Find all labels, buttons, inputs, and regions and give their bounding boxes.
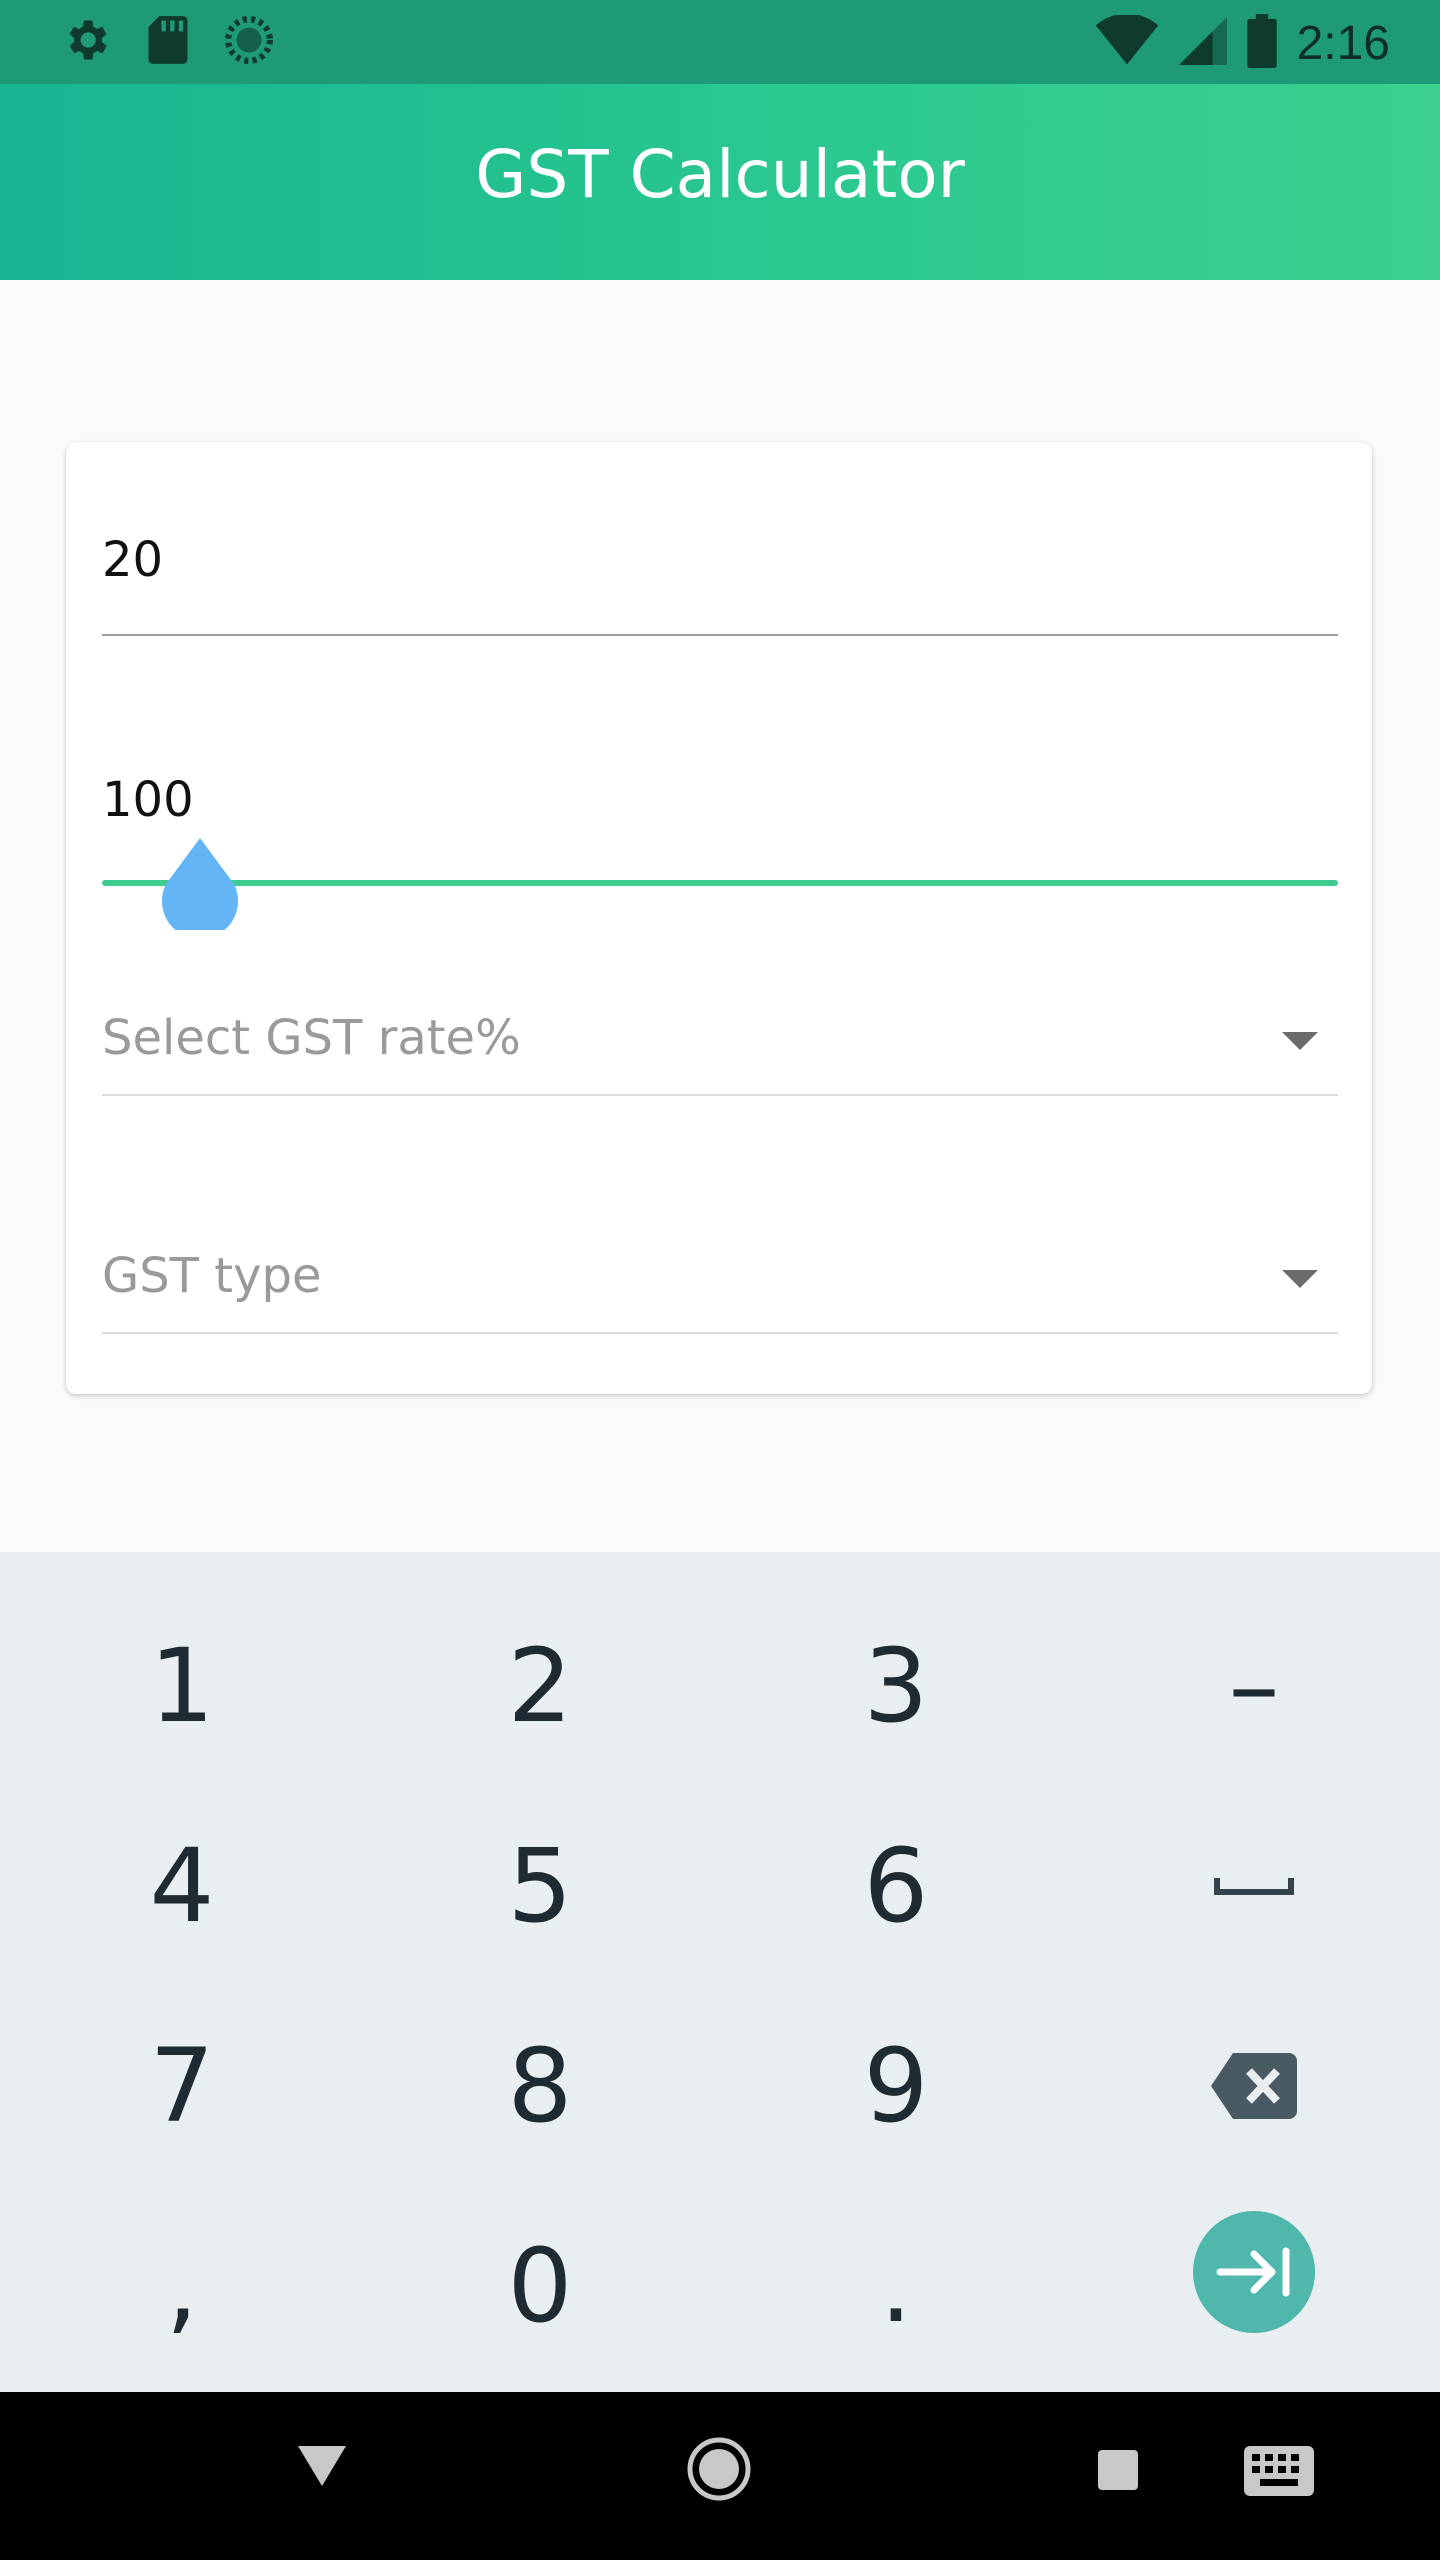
sync-icon [224,15,274,70]
slider-value-label: 100 [102,772,194,828]
app-bar: GST Calculator [0,84,1440,280]
app-title: GST Calculator [475,136,965,213]
home-icon[interactable] [686,2436,752,2502]
calculator-card: 20 100 Select GST rate% GST type [66,442,1372,1394]
status-time: 2:16 [1296,17,1390,70]
gst-type-underline [102,1332,1338,1334]
space-key[interactable] [1076,1786,1432,1986]
key-3[interactable]: 3 [718,1586,1074,1786]
gear-icon [60,14,112,71]
next-icon [1216,2247,1290,2297]
next-button[interactable] [1193,2211,1315,2333]
amount-field[interactable]: 20 [102,532,1338,636]
key-0[interactable]: 0 [362,2186,718,2386]
slider-thumb[interactable] [160,838,240,939]
back-icon[interactable] [296,2444,348,2488]
key-8[interactable]: 8 [362,1986,718,2186]
signal-icon [1178,15,1227,72]
battery-icon [1246,14,1277,73]
key-1[interactable]: 1 [4,1586,360,1786]
key-dot[interactable]: . [718,2186,1074,2386]
chevron-down-icon [1282,1270,1318,1288]
backspace-icon [1211,2053,1297,2119]
slider-track[interactable] [102,880,1338,886]
chevron-down-icon [1282,1032,1318,1050]
key-2[interactable]: 2 [362,1586,718,1786]
gst-rate-underline [102,1094,1338,1096]
key-5[interactable]: 5 [362,1786,718,1986]
key-7[interactable]: 7 [4,1986,360,2186]
key-6[interactable]: 6 [718,1786,1074,1986]
numeric-keypad: 1 2 3 – 4 5 6 7 8 9 , 0 . [0,1552,1440,2392]
gst-rate-dropdown[interactable]: Select GST rate% [102,1002,1338,1096]
status-bar: 2:16 [0,0,1440,84]
navigation-bar [0,2392,1440,2560]
gst-type-dropdown[interactable]: GST type [102,1240,1338,1334]
space-icon [1214,1878,1294,1895]
gst-type-placeholder: GST type [102,1248,322,1304]
sd-card-icon [146,14,190,71]
amount-field-underline [102,634,1338,636]
key-comma[interactable]: , [4,2186,360,2386]
amount-field-value[interactable]: 20 [102,532,1338,588]
gst-rate-placeholder: Select GST rate% [102,1010,521,1066]
backspace-key[interactable] [1076,1986,1432,2186]
wifi-icon [1095,13,1159,72]
key-minus[interactable]: – [1076,1586,1432,1786]
key-9[interactable]: 9 [718,1986,1074,2186]
keyboard-icon[interactable] [1244,2446,1314,2496]
recents-icon[interactable] [1096,2448,1140,2492]
next-key[interactable] [1076,2172,1432,2372]
key-4[interactable]: 4 [4,1786,360,1986]
